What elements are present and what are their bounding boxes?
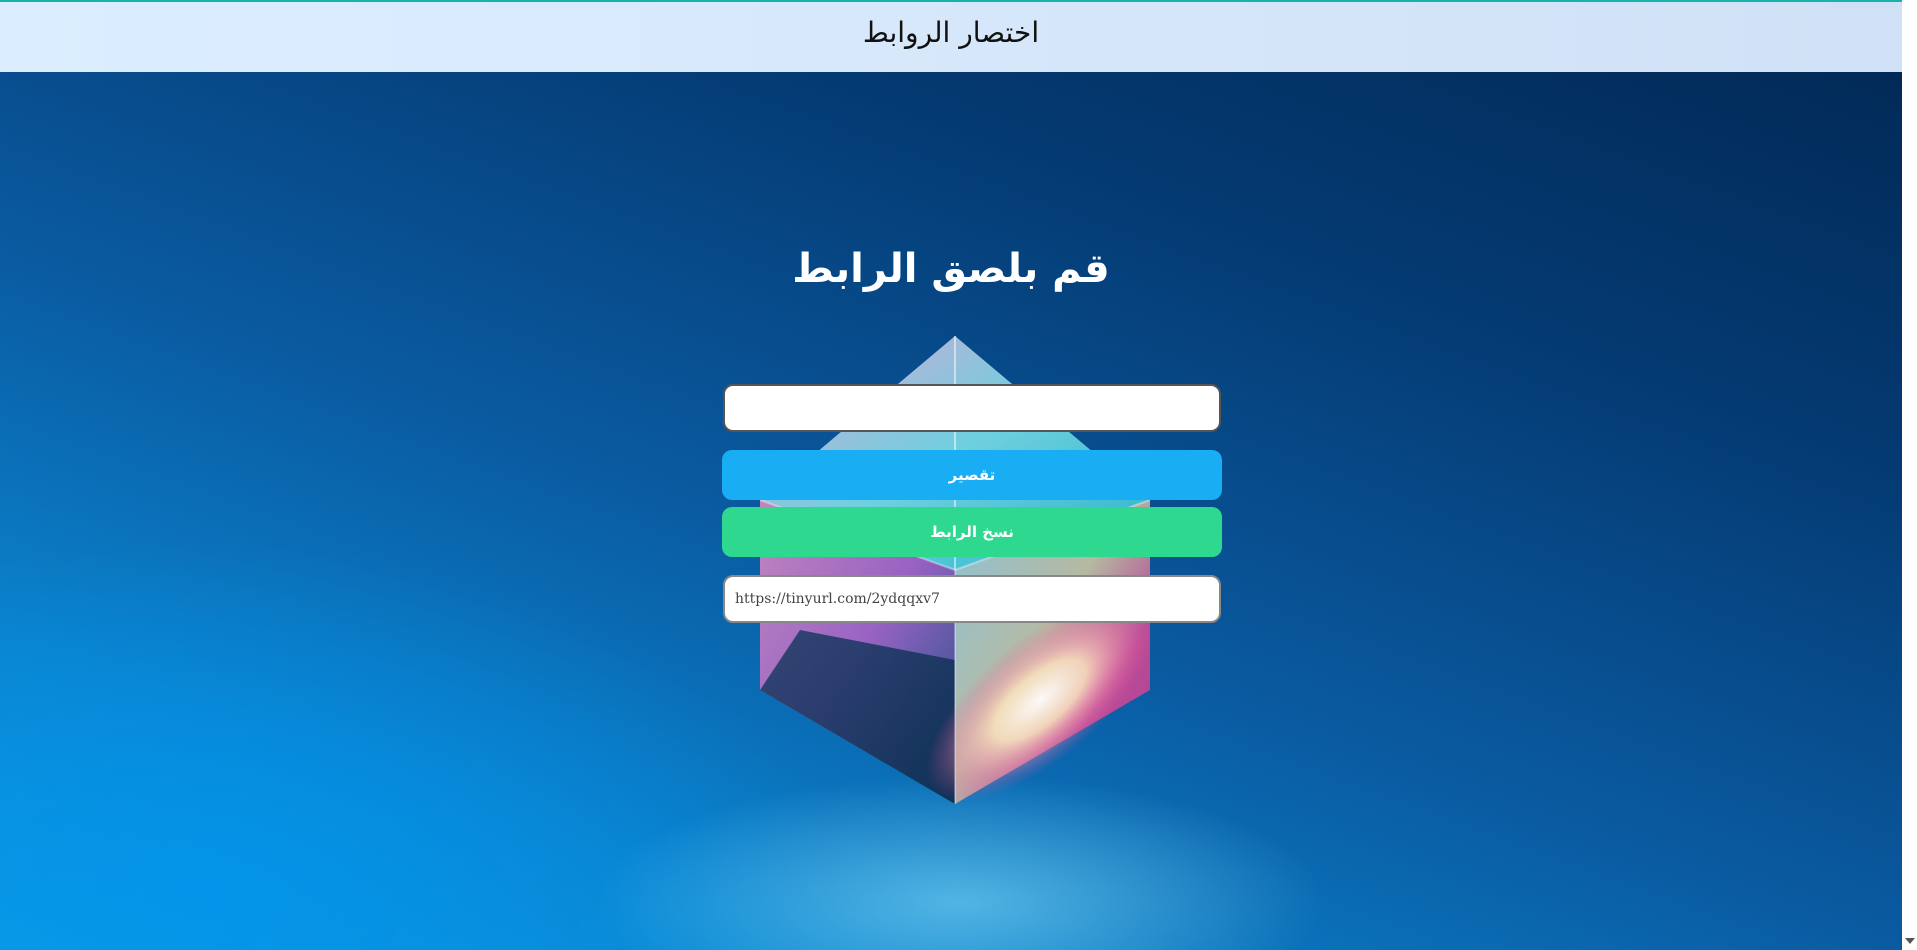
- paste-link-heading: قم بلصق الرابط: [792, 246, 1110, 292]
- page: اختصار الروابط قم بلصق الرابط تقصير نسخ …: [0, 0, 1917, 950]
- short-url-output[interactable]: [723, 575, 1221, 623]
- header-bar: اختصار الروابط: [0, 0, 1902, 72]
- shorten-button[interactable]: تقصير: [722, 450, 1222, 500]
- url-input[interactable]: [723, 384, 1221, 432]
- copy-link-button[interactable]: نسخ الرابط: [722, 507, 1222, 557]
- app-title: اختصار الروابط: [862, 16, 1040, 49]
- scroll-down-arrow-icon[interactable]: [1905, 938, 1915, 944]
- scrollbar-track[interactable]: [1902, 0, 1917, 950]
